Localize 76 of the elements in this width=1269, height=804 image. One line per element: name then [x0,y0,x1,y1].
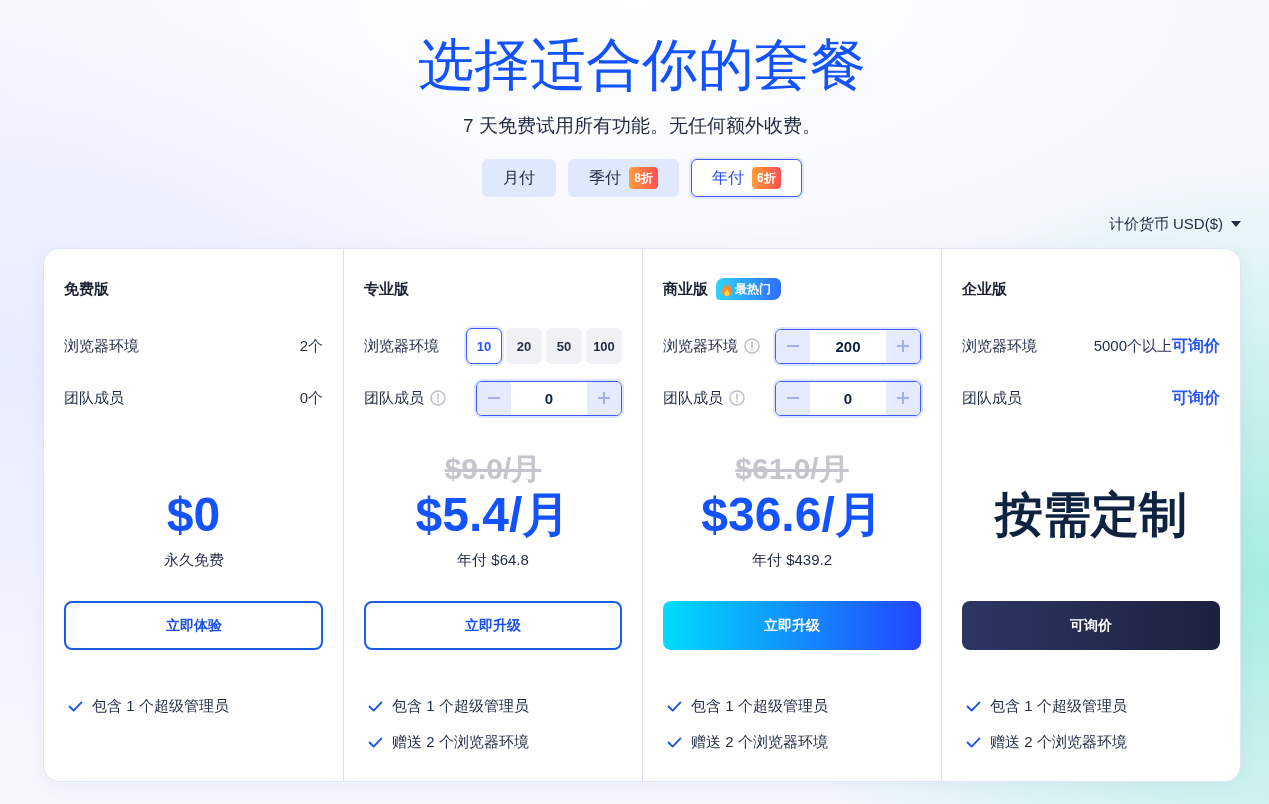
billing-tab[interactable]: 季付 8折 [568,159,679,197]
original-price: $9.0/月 [444,451,542,487]
inquire-link[interactable]: 可询价 [1172,335,1220,357]
feature-text: 赠送 2 个浏览器环境 [990,732,1127,752]
popular-label: 最热门 [735,280,771,298]
feature-text: 包含 1 个超级管理员 [691,696,828,716]
plan-name: 商业版 [663,279,708,299]
plus-icon [897,392,909,404]
minus-icon [787,345,799,347]
row-label: 团队成员 [64,388,124,408]
number-stepper[interactable]: 200 [775,328,921,364]
plan-button[interactable]: 立即升级 [364,601,622,650]
quantity-field[interactable]: 0 [511,389,587,407]
row-label: 浏览器环境 [962,336,1037,356]
original-price: $61.0/月 [735,451,849,487]
plan-price: $0 [166,487,221,543]
discount-badge: 6折 [752,167,781,189]
plan-name: 免费版 [64,279,109,299]
feature-text: 赠送 2 个浏览器环境 [691,732,828,752]
decrease-button[interactable] [776,381,810,415]
plan-button[interactable]: 立即体验 [64,601,323,650]
minus-icon [488,397,500,399]
row-label: 团队成员 [663,388,723,408]
discount-badge: 8折 [629,167,658,189]
increase-button[interactable] [886,329,920,363]
number-stepper[interactable]: 0 [775,380,921,416]
decrease-button[interactable] [776,329,810,363]
feature-text: 赠送 2 个浏览器环境 [392,732,529,752]
increase-button[interactable] [587,381,621,415]
page-subtitle: 7 天免费试用所有功能。无任何额外收费。 [463,114,821,138]
caret-down-icon [1231,221,1241,227]
plan-price: $5.4/月 [415,487,571,543]
price-note: 永久免费 [163,550,224,570]
increase-button[interactable] [886,381,920,415]
number-stepper[interactable]: 0 [476,380,622,416]
plus-icon [598,392,610,404]
flame-icon [721,281,733,297]
plan-button[interactable]: 可询价 [962,601,1220,650]
check-icon [68,700,83,712]
quantity-option[interactable]: 10 [466,328,502,364]
plan-name: 专业版 [364,279,409,299]
check-icon [368,736,383,748]
feature-text: 包含 1 个超级管理员 [392,696,529,716]
check-icon [966,700,981,712]
quantity-field[interactable]: 0 [810,389,886,407]
billing-tab[interactable]: 年付 6折 [691,159,802,197]
quantity-option[interactable]: 20 [506,328,542,364]
row-value: 5000个以上 [1093,336,1172,356]
plan-name: 企业版 [962,279,1007,299]
billing-tab[interactable]: 月付 [482,159,557,197]
check-icon [667,700,682,712]
plus-icon [897,340,909,352]
feature-text: 包含 1 个超级管理员 [92,696,229,716]
currency-dropdown[interactable]: 计价货币 USD($) [1108,214,1241,234]
check-icon [667,736,682,748]
price-note: 年付 $64.8 [457,550,529,570]
feature-text: 包含 1 个超级管理员 [990,696,1127,716]
plan-price: $36.6/月 [701,487,883,543]
row-label: 浏览器环境 [663,336,738,356]
row-value: 2个 [299,336,323,356]
row-label: 团队成员 [962,388,1022,408]
decrease-button[interactable] [477,381,511,415]
check-icon [368,700,383,712]
row-label: 浏览器环境 [364,336,439,356]
quantity-option[interactable]: 100 [586,328,622,364]
minus-icon [787,397,799,399]
row-label: 浏览器环境 [64,336,139,356]
price-note: 年付 $439.2 [751,550,832,570]
plan-price: 按需定制 [995,487,1187,543]
quantity-field[interactable]: 200 [810,337,886,355]
check-icon [966,736,981,748]
inquire-link[interactable]: 可询价 [1172,387,1220,409]
row-value: 0个 [299,388,323,408]
quantity-option[interactable]: 50 [546,328,582,364]
row-label: 团队成员 [364,388,424,408]
page-title: 选择适合你的套餐 [418,32,866,98]
